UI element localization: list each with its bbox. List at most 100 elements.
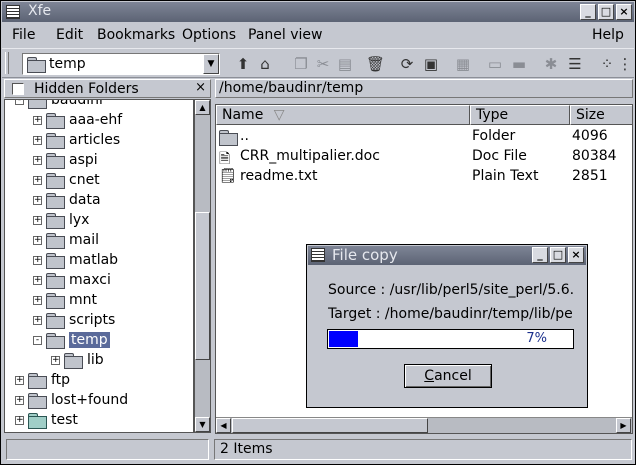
up-arrow-icon[interactable]: ⬆ (234, 55, 252, 73)
file-list-scroll-thumb[interactable] (232, 418, 428, 433)
tree-item[interactable]: + lost+found (15, 390, 128, 410)
menu-help[interactable]: Help (592, 27, 624, 43)
list-view-icon[interactable]: ⋮ (616, 55, 634, 73)
folder-tree[interactable]: - baudinr + aaa-ehf + articles + aspi + cnet + data… (4, 99, 194, 433)
folder-icon (46, 113, 65, 129)
dialog-minimize-button[interactable]: _ (532, 247, 548, 263)
tree-item[interactable]: + aaa-ehf (33, 110, 122, 130)
scroll-down-icon[interactable]: ▼ (195, 417, 210, 432)
tree-item[interactable]: + articles (33, 130, 120, 150)
tree-item[interactable]: - baudinr (15, 100, 105, 110)
link-icon[interactable]: ▬ (510, 55, 528, 73)
expand-icon[interactable]: + (33, 295, 42, 305)
menu-edit[interactable]: Edit (56, 27, 83, 43)
tree-item-label: mnt (69, 292, 97, 308)
collapse-icon[interactable]: - (15, 100, 24, 105)
expand-icon[interactable]: + (33, 135, 42, 145)
menu-options[interactable]: Options (182, 27, 236, 43)
file-name: readme.txt (240, 168, 318, 184)
menu-bookmarks[interactable]: Bookmarks (97, 27, 175, 43)
close-icon[interactable]: × (195, 80, 206, 95)
expand-icon[interactable]: + (15, 415, 24, 425)
column-header-type[interactable]: Type (470, 105, 570, 125)
cancel-button[interactable]: Cancel (404, 364, 492, 388)
tree-item[interactable]: - temp (33, 330, 110, 350)
toolbar-grip[interactable] (5, 52, 9, 74)
file-row[interactable]: .. Folder 4096 (216, 127, 632, 147)
tree-vertical-scrollbar[interactable]: ▲ ▼ (194, 99, 211, 433)
expand-icon[interactable]: + (15, 375, 24, 385)
tree-item[interactable]: + lyx (33, 210, 89, 230)
chevron-down-icon[interactable]: ▼ (203, 54, 219, 74)
dialog-title-bar[interactable]: File copy _ □ × (308, 246, 586, 265)
tree-item-label: test (51, 412, 78, 428)
rename-icon[interactable]: ▭ (486, 55, 504, 73)
expand-icon[interactable]: + (15, 395, 24, 405)
expand-icon[interactable]: + (33, 235, 42, 245)
path-bar: /home/baudinr/temp (215, 79, 633, 98)
dialog-close-button[interactable]: × (568, 247, 584, 263)
folder-icon (28, 393, 47, 409)
file-type: Doc File (472, 148, 527, 164)
scroll-right-icon[interactable]: ▶ (616, 418, 631, 433)
tree-item[interactable]: + maxci (33, 270, 111, 290)
tree-item[interactable]: + matlab (33, 250, 118, 270)
column-header-size[interactable]: Size (570, 105, 632, 125)
copy-icon[interactable]: ❐ (292, 55, 310, 73)
maximize-button[interactable]: □ (598, 4, 614, 20)
file-list-horizontal-scrollbar[interactable]: ◀ ▶ (216, 417, 632, 433)
home-icon[interactable]: ⌂ (256, 55, 274, 73)
tree-item[interactable]: + test (15, 410, 78, 430)
tree-item[interactable]: + cnet (33, 170, 100, 190)
tree-item[interactable]: + data (33, 190, 101, 210)
window-title: Xfe (28, 3, 52, 19)
dialog-maximize-button[interactable]: □ (550, 247, 566, 263)
expand-icon[interactable]: + (33, 195, 42, 205)
expand-icon[interactable]: + (33, 215, 42, 225)
file-row[interactable]: 🗎 CRR_multipalier.doc Doc File 80384 (216, 147, 632, 167)
hidden-folders-checkbox[interactable] (12, 83, 24, 95)
tree-item[interactable]: + aspi (33, 150, 98, 170)
details-view-icon[interactable]: ☰ (566, 55, 584, 73)
scroll-up-icon[interactable]: ▲ (195, 100, 210, 115)
expand-icon[interactable]: + (33, 175, 42, 185)
window-menu-icon[interactable] (6, 5, 20, 19)
folder-icon (28, 100, 47, 109)
column-header-name[interactable]: Name ▽ (216, 105, 470, 125)
expand-icon[interactable]: + (51, 355, 60, 365)
scroll-left-icon[interactable]: ◀ (216, 418, 231, 433)
title-bar[interactable]: Xfe _ □ × (2, 2, 634, 22)
tree-item-label: aspi (69, 152, 98, 168)
location-combo[interactable]: temp ▼ (22, 53, 220, 75)
menu-file[interactable]: File (12, 27, 35, 43)
expand-icon[interactable]: + (33, 255, 42, 265)
small-icons-view-icon[interactable]: ⁘ (598, 55, 616, 73)
minimize-button[interactable]: _ (580, 4, 596, 20)
toolbar: temp ▼ ⬆ ⌂ ❐ ✂ ▤ 🗑 ⟳ ▣ ▦ ▭ ▬ ✱ ☰ ⁘ ⋮ (2, 48, 634, 78)
menu-panel-view[interactable]: Panel view (248, 27, 322, 43)
tree-item[interactable]: + ftp (15, 370, 70, 390)
properties-icon[interactable]: ▦ (454, 55, 472, 73)
tree-item[interactable]: + lib (51, 350, 104, 370)
tree-scroll-thumb[interactable] (195, 212, 210, 360)
expand-icon[interactable]: + (33, 275, 42, 285)
file-row[interactable]: 🗒 readme.txt Plain Text 2851 (216, 167, 632, 187)
tree-item[interactable]: + mnt (33, 290, 97, 310)
refresh-icon[interactable]: ⟳ (398, 55, 416, 73)
expand-icon[interactable]: + (33, 115, 42, 125)
paste-icon[interactable]: ▤ (336, 55, 354, 73)
tree-item-label: cnet (69, 172, 100, 188)
tree-item[interactable]: + mail (33, 230, 99, 250)
collapse-icon[interactable]: - (33, 335, 42, 345)
tree-item-label: lib (87, 352, 104, 368)
expand-icon[interactable]: + (33, 155, 42, 165)
new-folder-icon[interactable]: ▣ (422, 55, 440, 73)
expand-icon[interactable]: + (33, 315, 42, 325)
bug-icon[interactable]: ✱ (542, 55, 560, 73)
close-button[interactable]: × (616, 4, 632, 20)
trash-icon[interactable]: 🗑 (366, 55, 385, 73)
tree-item[interactable]: + scripts (33, 310, 115, 330)
cut-icon[interactable]: ✂ (314, 55, 332, 73)
dialog-menu-icon[interactable] (311, 248, 325, 262)
folder-icon (46, 213, 65, 229)
